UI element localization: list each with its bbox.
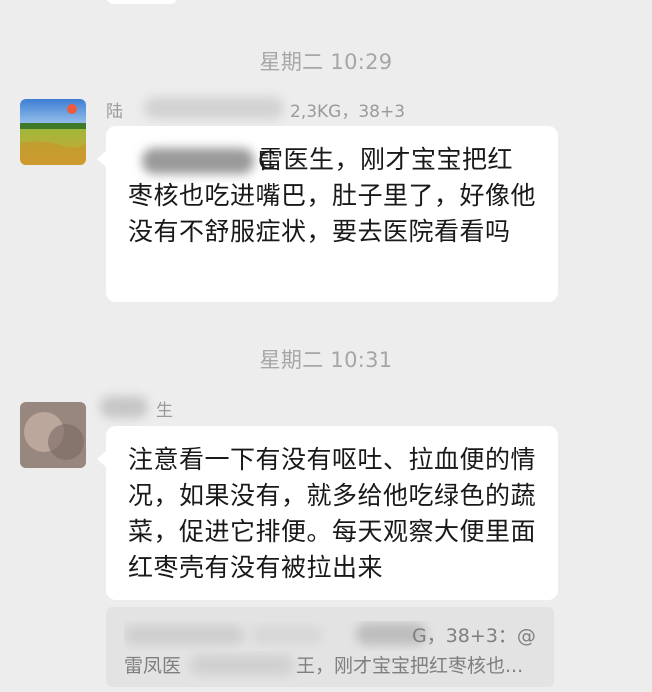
redacted-mention: C <box>128 146 275 176</box>
timestamp-1: 星期二 10:29 <box>259 50 393 74</box>
quote-line-1-text: G，38+3：@ <box>412 625 536 647</box>
quote-line-2: 雷凤医 王，刚才宝宝把红枣核也... <box>124 651 536 681</box>
message-bubble[interactable]: 注意看一下有没有呕吐、拉血便的情况，如果没有，就多给他吃绿色的蔬菜，促进它排便。… <box>97 426 558 600</box>
avatar[interactable] <box>20 402 86 468</box>
avatar-landscape-image <box>20 99 86 165</box>
message-text: 注意看一下有没有呕吐、拉血便的情况，如果没有，就多给他吃绿色的蔬菜，促进它排便。… <box>128 445 537 582</box>
sender-name: 陆 2,3KG，38+3 <box>106 97 405 122</box>
quote-line-1: G，38+3：@ <box>124 621 536 651</box>
redacted-name-blur <box>144 97 284 119</box>
quote-line-2-text: 王，刚才宝宝把红枣核也... <box>296 655 524 677</box>
redacted-name-blur <box>100 396 148 418</box>
chat-screen: 星期二 10:29 陆 2,3KG，38+3 C 雷医生，刚才宝宝把红枣核也吃进… <box>0 0 652 692</box>
redacted-mention-blur <box>142 148 254 174</box>
previous-message-bubble[interactable] <box>106 0 178 4</box>
quote-line-2-start: 雷凤医 <box>124 655 182 677</box>
redacted-quote-blur <box>190 655 294 675</box>
message-text: C 雷医生，刚才宝宝把红枣核也吃进嘴巴，肚子里了，好像他没有不舒服症状，要去医院… <box>128 145 537 246</box>
message-bubble[interactable]: C 雷医生，刚才宝宝把红枣核也吃进嘴巴，肚子里了，好像他没有不舒服症状，要去医院… <box>97 126 558 302</box>
sender-name-start: 陆 <box>106 102 123 122</box>
avatar-blurred-image <box>20 402 86 468</box>
redacted-quote-blur <box>252 627 322 643</box>
sender-name-suffix: 2,3KG，38+3 <box>290 102 406 122</box>
avatar[interactable] <box>20 99 86 165</box>
timestamp-2: 星期二 10:31 <box>259 348 393 372</box>
redacted-quote-blur <box>124 625 244 645</box>
sender-name-suffix: 生 <box>156 401 173 421</box>
quoted-message[interactable]: G，38+3：@ 雷凤医 王，刚才宝宝把红枣核也... <box>106 607 554 687</box>
